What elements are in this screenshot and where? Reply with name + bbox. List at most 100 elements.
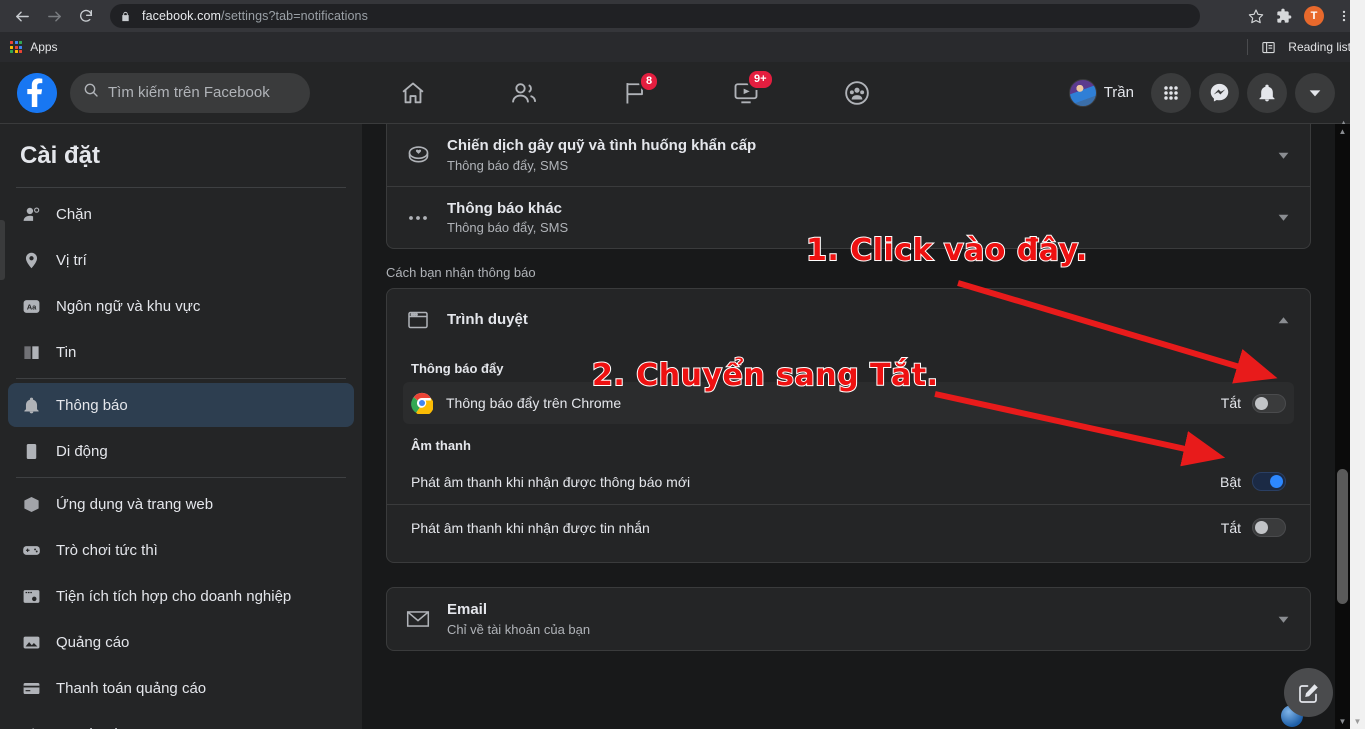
scrollbar-thumb[interactable]: [1337, 469, 1348, 604]
sound-toggle-group[interactable]: Bật: [1220, 472, 1286, 491]
url-text: facebook.com/settings?tab=notifications: [142, 9, 368, 23]
sidebar-item-facebook-pay[interactable]: Facebook Pay: [8, 712, 354, 729]
sidebar-item-notifications[interactable]: Thông báo: [8, 383, 354, 427]
sidebar-item-label: Quảng cáo: [56, 633, 130, 651]
sidebar-item-location[interactable]: Vị trí: [8, 238, 354, 282]
sound-toggle-new-notification[interactable]: [1252, 472, 1286, 491]
reload-icon[interactable]: [72, 2, 100, 30]
left-edge-rail: [0, 220, 5, 280]
fundraiser-coin-icon: [403, 140, 433, 170]
sidebar-item-label: Tiện ích tích hợp cho doanh nghiệp: [56, 587, 292, 605]
nav-tab-groups[interactable]: [801, 65, 912, 121]
extensions-puzzle-icon[interactable]: [1271, 3, 1297, 29]
sound-toggle-group[interactable]: Tắt: [1221, 518, 1286, 537]
sound-row-label: Phát âm thanh khi nhận được thông báo mớ…: [411, 473, 691, 490]
sound-row-new-notification[interactable]: Phát âm thanh khi nhận được thông báo mớ…: [387, 459, 1310, 504]
sidebar-item-stories[interactable]: Tin: [8, 330, 354, 374]
toolbar-right-group: T: [1243, 3, 1357, 29]
sidebar-item-language[interactable]: Aa Ngôn ngữ và khu vực: [8, 284, 354, 328]
more-dots-icon: [403, 203, 433, 233]
notification-row-subtitle: Thông báo đẩy, SMS: [447, 157, 569, 173]
browser-notifications-card: Trình duyệt Thông báo đẩy Thông báo đẩy …: [386, 288, 1311, 563]
email-section-title: Email: [447, 601, 488, 619]
sidebar-item-label: Ngôn ngữ và khu vực: [56, 297, 201, 315]
email-notifications-card: Email Chỉ về tài khoản của bạn: [386, 587, 1311, 651]
forward-arrow-icon[interactable]: [40, 2, 68, 30]
apps-cube-icon: [20, 493, 42, 515]
messenger-icon[interactable]: [1199, 72, 1239, 113]
email-section-header[interactable]: Email Chỉ về tài khoản của bạn: [387, 588, 1310, 650]
sound-toggle-label: Tắt: [1220, 519, 1241, 536]
stories-book-icon: [20, 341, 42, 363]
facebook-right-controls: Trần: [1066, 72, 1350, 113]
profile-link[interactable]: Trần: [1066, 76, 1143, 110]
sidebar-item-label: Facebook Pay: [56, 726, 152, 729]
sidebar-item-ads[interactable]: Quảng cáo: [8, 620, 354, 664]
envelope-icon: [403, 604, 433, 634]
sound-toggle-label: Bật: [1219, 473, 1241, 490]
search-icon: [83, 82, 99, 103]
fb-content-scrollbar[interactable]: ▲ ▼: [1335, 124, 1350, 729]
toggle-knob: [1255, 396, 1268, 410]
chevron-down-icon[interactable]: [1272, 207, 1294, 229]
page-scrollbar[interactable]: ▼: [1350, 0, 1365, 729]
sound-row-message[interactable]: Phát âm thanh khi nhận được tin nhắn Tắt: [387, 504, 1310, 550]
search-input[interactable]: Tìm kiếm trên Facebook: [70, 72, 310, 113]
sidebar-item-label: Chặn: [56, 205, 92, 223]
menu-grid-icon[interactable]: [1151, 72, 1191, 113]
apps-grid-icon: [10, 40, 23, 54]
sound-toggle-message[interactable]: [1252, 518, 1286, 537]
notification-row-fundraiser[interactable]: Chiến dịch gây quỹ và tình huống khẩn cấ…: [387, 124, 1310, 186]
watch-badge: 9+: [747, 68, 774, 90]
profile-name: Trần: [1103, 84, 1134, 101]
browser-profile-avatar[interactable]: T: [1304, 6, 1324, 26]
chevron-down-icon[interactable]: [1272, 608, 1294, 630]
language-aa-icon: Aa: [20, 295, 42, 317]
push-chrome-toggle[interactable]: [1252, 393, 1286, 413]
mobile-phone-icon: [20, 440, 42, 462]
svg-text:Aa: Aa: [26, 302, 36, 311]
annotation-text-1: 1. Click vào đây.: [805, 232, 1088, 269]
push-chrome-toggle-group[interactable]: Tắt: [1220, 393, 1286, 413]
nav-tab-home[interactable]: [357, 65, 468, 121]
page-scrollbar-down-arrow[interactable]: ▼: [1350, 714, 1365, 729]
nav-tab-watch[interactable]: 9+: [690, 65, 801, 121]
toggle-knob: [1255, 521, 1268, 534]
bookmark-star-icon[interactable]: [1243, 3, 1269, 29]
chevron-down-icon[interactable]: [1272, 144, 1294, 166]
sidebar-item-ad-payments[interactable]: Thanh toán quảng cáo: [8, 666, 354, 710]
scrollbar-up-arrow[interactable]: ▲: [1335, 124, 1350, 139]
browser-toolbar: facebook.com/settings?tab=notifications …: [0, 0, 1365, 32]
chevron-up-icon[interactable]: [1272, 309, 1294, 331]
sidebar-item-apps-websites[interactable]: Ứng dụng và trang web: [8, 482, 354, 526]
sidebar-item-business-integrations[interactable]: Tiện ích tích hợp cho doanh nghiệp: [8, 574, 354, 618]
bookmark-apps-label[interactable]: Apps: [30, 40, 57, 54]
browser-section-title: Trình duyệt: [447, 310, 528, 328]
nav-tab-friends[interactable]: [468, 65, 579, 121]
reading-list-label[interactable]: Reading list: [1288, 40, 1351, 54]
annotation-text-2: 2. Chuyển sang Tắt.: [591, 357, 939, 394]
sidebar-item-blocking[interactable]: Chặn: [8, 192, 354, 236]
sound-row-label: Phát âm thanh khi nhận được tin nhắn: [411, 519, 650, 536]
sidebar-item-instant-games[interactable]: Trò chơi tức thì: [8, 528, 354, 572]
address-bar[interactable]: facebook.com/settings?tab=notifications: [110, 4, 1200, 28]
email-section-text: Email Chỉ về tài khoản của bạn: [447, 601, 1258, 637]
reading-list-icon[interactable]: [1255, 34, 1281, 60]
compose-pencil-icon[interactable]: [1284, 668, 1333, 717]
bookmarks-bar: Apps Reading list: [0, 32, 1365, 62]
scrollbar-down-arrow[interactable]: ▼: [1335, 714, 1350, 729]
facebook-logo-icon[interactable]: [17, 72, 57, 113]
sidebar-item-mobile[interactable]: Di động: [8, 429, 354, 473]
email-section-subtitle: Chỉ về tài khoản của bạn: [447, 621, 591, 637]
notifications-bell-icon[interactable]: [1247, 72, 1287, 113]
account-chevron-icon[interactable]: [1295, 72, 1335, 113]
browser-section-header[interactable]: Trình duyệt: [387, 289, 1310, 351]
notification-categories-card: Chiến dịch gây quỹ và tình huống khẩn cấ…: [386, 124, 1311, 249]
nav-tab-marketplace[interactable]: 8: [579, 65, 690, 121]
push-chrome-toggle-label: Tắt: [1220, 395, 1241, 411]
notification-row-text: Thông báo khác Thông báo đẩy, SMS: [447, 200, 1258, 236]
settings-main-panel: Chiến dịch gây quỹ và tình huống khẩn cấ…: [362, 124, 1335, 729]
back-arrow-icon[interactable]: [8, 2, 36, 30]
toggle-knob: [1270, 475, 1283, 488]
divider: [16, 378, 346, 379]
